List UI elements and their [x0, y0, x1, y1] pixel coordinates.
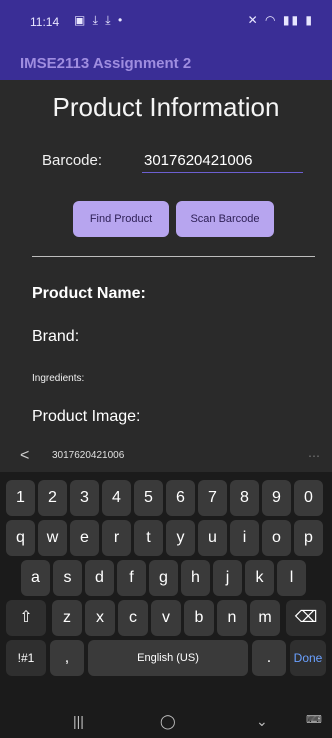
- letter-y-key[interactable]: y: [166, 520, 195, 556]
- more-icon[interactable]: ⋯: [308, 449, 320, 463]
- number-8-key[interactable]: 8: [230, 480, 259, 516]
- shift-key[interactable]: ⇧: [6, 600, 46, 636]
- main-content: Product Information Barcode: Find Produc…: [0, 80, 332, 440]
- recents-icon[interactable]: |||: [73, 713, 84, 729]
- status-time: 11:14: [30, 15, 60, 29]
- backspace-key[interactable]: ⌫: [286, 600, 326, 636]
- clipboard-suggestion[interactable]: 3017620421006: [52, 450, 124, 461]
- product-image-label: Product Image:: [32, 408, 141, 425]
- letter-u-key[interactable]: u: [198, 520, 227, 556]
- product-name-label: Product Name:: [32, 285, 146, 302]
- letter-n-key[interactable]: n: [217, 600, 247, 636]
- number-1-key[interactable]: 1: [6, 480, 35, 516]
- app-title: IMSE2113 Assignment 2: [20, 55, 192, 72]
- letter-p-key[interactable]: p: [294, 520, 323, 556]
- letter-a-key[interactable]: a: [21, 560, 50, 596]
- number-9-key[interactable]: 9: [262, 480, 291, 516]
- ingredients-label: Ingredients:: [32, 373, 85, 384]
- letter-t-key[interactable]: t: [134, 520, 163, 556]
- keyboard-row-1: qwertyuiop: [0, 520, 332, 558]
- number-0-key[interactable]: 0: [294, 480, 323, 516]
- keyboard-row-3: ⇧ ⌫ zxcvbnm: [0, 600, 332, 638]
- letter-c-key[interactable]: c: [118, 600, 148, 636]
- letter-m-key[interactable]: m: [250, 600, 280, 636]
- chevron-left-icon[interactable]: <: [20, 447, 29, 465]
- barcode-label: Barcode:: [42, 152, 103, 169]
- letter-x-key[interactable]: x: [85, 600, 115, 636]
- barcode-input[interactable]: [142, 148, 303, 173]
- letter-g-key[interactable]: g: [149, 560, 178, 596]
- number-6-key[interactable]: 6: [166, 480, 195, 516]
- soft-keyboard: < 3017620421006 ⋯ 1234567890 qwertyuiop …: [0, 440, 332, 738]
- letter-j-key[interactable]: j: [213, 560, 242, 596]
- navigation-bar: ||| ◯ ⌄ ⌨: [0, 706, 332, 738]
- clipboard-bar: < 3017620421006 ⋯: [0, 440, 332, 472]
- letter-f-key[interactable]: f: [117, 560, 146, 596]
- notification-icons: ▣ ⤓ ⤓ •: [74, 13, 125, 27]
- period-key[interactable]: .: [252, 640, 286, 676]
- keyboard-icon[interactable]: ⌨: [306, 713, 322, 726]
- number-5-key[interactable]: 5: [134, 480, 163, 516]
- keyboard-row-2: asdfghjkl: [0, 560, 332, 598]
- letter-l-key[interactable]: l: [277, 560, 306, 596]
- letter-w-key[interactable]: w: [38, 520, 67, 556]
- back-icon[interactable]: ⌄: [256, 713, 268, 730]
- scan-barcode-button[interactable]: Scan Barcode: [176, 201, 274, 237]
- number-3-key[interactable]: 3: [70, 480, 99, 516]
- number-2-key[interactable]: 2: [38, 480, 67, 516]
- status-bar: 11:14 ▣ ⤓ ⤓ • ✕ ◠ ▮▮ ▮: [0, 0, 332, 46]
- app-bar: IMSE2113 Assignment 2: [0, 46, 332, 80]
- system-icons: ✕ ◠ ▮▮ ▮: [247, 13, 314, 27]
- brand-label: Brand:: [32, 328, 80, 345]
- letter-v-key[interactable]: v: [151, 600, 181, 636]
- keyboard-row-bottom: !#1 , English (US) . Done: [0, 640, 332, 678]
- letter-i-key[interactable]: i: [230, 520, 259, 556]
- home-icon[interactable]: ◯: [160, 713, 176, 730]
- letter-s-key[interactable]: s: [53, 560, 82, 596]
- letter-q-key[interactable]: q: [6, 520, 35, 556]
- letter-d-key[interactable]: d: [85, 560, 114, 596]
- comma-key[interactable]: ,: [50, 640, 84, 676]
- letter-b-key[interactable]: b: [184, 600, 214, 636]
- symbols-key[interactable]: !#1: [6, 640, 46, 676]
- letter-z-key[interactable]: z: [52, 600, 82, 636]
- letter-e-key[interactable]: e: [70, 520, 99, 556]
- letter-k-key[interactable]: k: [245, 560, 274, 596]
- find-product-button[interactable]: Find Product: [73, 201, 169, 237]
- page-title: Product Information: [52, 92, 280, 122]
- number-4-key[interactable]: 4: [102, 480, 131, 516]
- divider: [32, 256, 315, 257]
- space-key[interactable]: English (US): [88, 640, 248, 676]
- number-7-key[interactable]: 7: [198, 480, 227, 516]
- letter-o-key[interactable]: o: [262, 520, 291, 556]
- keyboard-row-numbers: 1234567890: [0, 480, 332, 518]
- letter-h-key[interactable]: h: [181, 560, 210, 596]
- done-key[interactable]: Done: [290, 640, 326, 676]
- letter-r-key[interactable]: r: [102, 520, 131, 556]
